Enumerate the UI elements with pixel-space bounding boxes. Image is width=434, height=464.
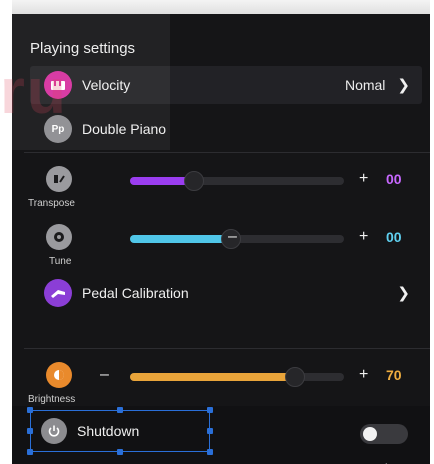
tune-fill: [130, 235, 231, 243]
brightness-track[interactable]: [130, 367, 344, 387]
tune-icon: [46, 224, 72, 250]
tune-track[interactable]: [130, 229, 344, 249]
brightness-icon: [46, 362, 72, 388]
power-icon: [41, 418, 67, 444]
chevron-right-icon: ❯: [397, 77, 410, 94]
shutdown-row[interactable]: Shutdown: [30, 410, 210, 452]
brightness-minus-button[interactable]: –: [100, 367, 109, 383]
watermark: ru: [0, 55, 68, 127]
selection-handle[interactable]: [117, 449, 123, 455]
divider: [24, 152, 430, 153]
shutdown-label: Shutdown: [77, 423, 140, 439]
selection-handle[interactable]: [27, 428, 33, 434]
brightness-slider: Brightness – + 70: [12, 358, 430, 408]
transpose-caption: Transpose: [28, 198, 75, 209]
brightness-caption: Brightness: [28, 394, 76, 405]
brightness-value: 70: [386, 367, 402, 383]
pedal-calibration-label: Pedal Calibration: [82, 285, 189, 301]
toggle-knob: [363, 427, 377, 441]
transpose-slider: Transpose – + 00: [12, 162, 430, 212]
tune-minus-button[interactable]: –: [228, 229, 237, 245]
transpose-track[interactable]: [130, 171, 344, 191]
tune-plus-button[interactable]: +: [359, 229, 368, 245]
selection-handle[interactable]: [207, 407, 213, 413]
velocity-value: Nomal: [344, 77, 386, 93]
brightness-thumb[interactable]: [284, 367, 305, 387]
divider: [24, 348, 430, 349]
transpose-icon: [46, 166, 72, 192]
selection-handle[interactable]: [117, 407, 123, 413]
tune-slider: Tune – + 00: [12, 220, 430, 270]
brightness-plus-button[interactable]: +: [359, 367, 368, 383]
selection-handle[interactable]: [27, 407, 33, 413]
tune-value: 00: [386, 229, 402, 245]
transpose-thumb[interactable]: [184, 171, 205, 191]
selection-handle[interactable]: [27, 449, 33, 455]
transpose-plus-button[interactable]: +: [359, 171, 368, 187]
pedal-calibration-row[interactable]: Pedal Calibration ❯: [30, 274, 422, 312]
selection-handle[interactable]: [207, 428, 213, 434]
shutdown-toggle[interactable]: [360, 424, 408, 444]
selection-handle[interactable]: [207, 449, 213, 455]
transpose-value: 00: [386, 171, 402, 187]
pedal-icon: [44, 279, 72, 307]
brightness-fill: [130, 373, 295, 381]
top-strip: [12, 0, 430, 14]
tune-caption: Tune: [49, 256, 72, 267]
chevron-right-icon: ❯: [397, 285, 410, 302]
